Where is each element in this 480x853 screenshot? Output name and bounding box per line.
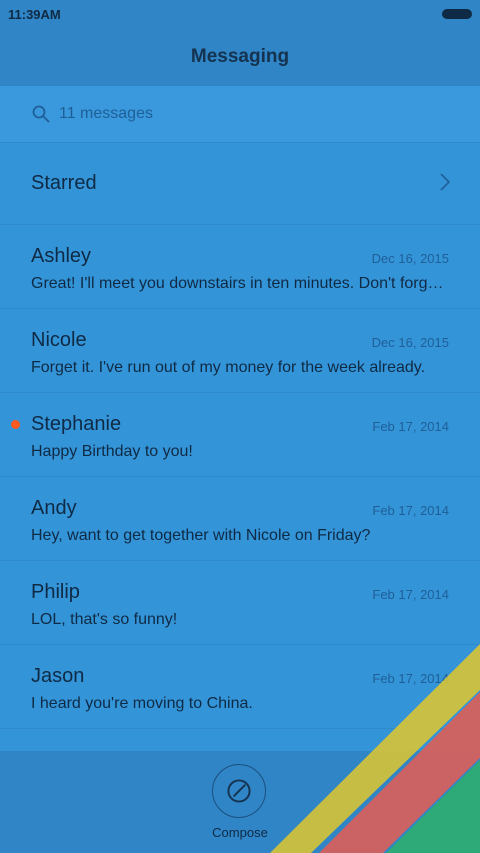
starred-label: Starred: [31, 172, 97, 194]
search-bar[interactable]: 11 messages: [0, 86, 480, 143]
message-preview: LOL, that's so funny!: [31, 611, 178, 628]
message-preview: Happy Birthday to you!: [31, 443, 193, 460]
compose-label: Compose: [212, 825, 268, 840]
conversation-row[interactable]: Ashley Dec 16, 2015 Great! I'll meet you…: [0, 225, 480, 309]
message-preview: Hey, want to get together with Nicole on…: [31, 527, 371, 544]
compose-icon: [227, 779, 251, 803]
contact-name: Jason: [31, 665, 85, 687]
conversation-row[interactable]: Andy Feb 17, 2014 Hey, want to get toget…: [0, 477, 480, 561]
battery-icon: [442, 9, 472, 19]
conversation-row[interactable]: Nicole Dec 16, 2015 Forget it. I've run …: [0, 309, 480, 393]
message-preview: I heard you're moving to China.: [31, 695, 253, 712]
search-input[interactable]: 11 messages: [59, 105, 153, 123]
conversation-row[interactable]: Stephanie Feb 17, 2014 Happy Birthday to…: [0, 393, 480, 477]
contact-name: Ashley: [31, 245, 92, 267]
unread-dot-icon: [11, 420, 20, 429]
compose-button[interactable]: [212, 764, 266, 818]
contact-name: Stephanie: [31, 413, 122, 435]
contact-name: Andy: [31, 497, 77, 519]
message-date: Feb 17, 2014: [372, 587, 449, 602]
message-date: Feb 17, 2014: [372, 503, 449, 518]
message-date: Dec 16, 2015: [371, 335, 449, 350]
starred-row[interactable]: Starred: [0, 142, 480, 225]
chevron-right-icon: [440, 173, 450, 191]
page-title: Messaging: [190, 46, 290, 67]
status-time: 11:39AM: [8, 7, 61, 22]
message-preview: Forget it. I've run out of my money for …: [31, 359, 426, 376]
conversation-row[interactable]: Philip Feb 17, 2014 LOL, that's so funny…: [0, 561, 480, 645]
message-date: Feb 17, 2014: [372, 671, 449, 686]
message-list: Starred Ashley Dec 16, 2015 Great! I'll …: [0, 142, 480, 729]
contact-name: Philip: [31, 581, 80, 603]
bottom-bar: Compose: [0, 751, 480, 853]
contact-name: Nicole: [31, 329, 87, 351]
message-date: Feb 17, 2014: [372, 419, 449, 434]
search-icon: [32, 105, 50, 123]
message-preview: Great! I'll meet you downstairs in ten m…: [31, 275, 449, 292]
conversation-row[interactable]: Jason Feb 17, 2014 I heard you're moving…: [0, 645, 480, 729]
status-bar: 11:39AM: [0, 0, 480, 28]
message-date: Dec 16, 2015: [371, 251, 449, 266]
title-bar: Messaging: [0, 28, 480, 86]
